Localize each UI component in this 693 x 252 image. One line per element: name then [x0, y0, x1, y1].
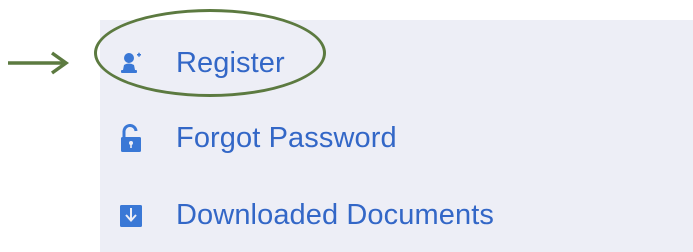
menu-item-downloaded-documents[interactable]: Downloaded Documents	[100, 190, 693, 242]
menu-item-label: Register	[176, 46, 285, 79]
download-box-icon	[118, 203, 144, 229]
unlocked-padlock-icon	[118, 124, 144, 152]
menu-item-register[interactable]: Register	[100, 38, 693, 90]
menu-panel: Register Forgot Password Downloaded Docu…	[100, 20, 693, 252]
register-user-icon	[118, 51, 144, 77]
menu-item-label: Downloaded Documents	[176, 198, 494, 231]
menu-item-forgot-password[interactable]: Forgot Password	[100, 113, 693, 165]
right-arrow-icon	[8, 51, 70, 75]
menu-item-label: Forgot Password	[176, 121, 397, 154]
